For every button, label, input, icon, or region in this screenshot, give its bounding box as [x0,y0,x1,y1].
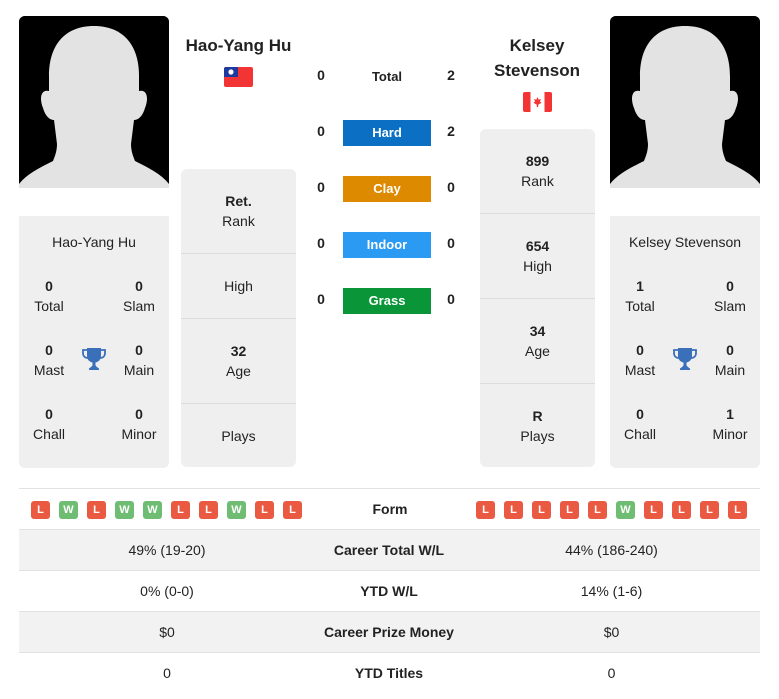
row-label: YTD Titles [354,665,424,681]
player2-total-titles: 1 Total [625,278,655,314]
player2-ytd-titles: 0 [607,665,616,681]
divider [181,318,296,319]
h2h-clay-p2: 0 [447,179,455,195]
player2-high: 654 High [523,238,552,274]
player1-career-wl: 49% (19-20) [128,542,206,558]
player2-titles-card: Kelsey Stevenson 1 Total 0 Slam 0 Mast 0… [610,216,760,468]
player2-form-result-loss[interactable]: L [588,501,607,519]
player2-main-titles: 0 Main [714,342,746,378]
row-label: YTD W/L [360,583,418,599]
h2h-hard-p2: 2 [447,123,455,139]
player1-ytd-wl: 0% (0-0) [140,583,194,599]
player1-plays: Plays [221,428,256,444]
trophy-icon [672,346,698,372]
h2h-total-p2: 2 [447,67,455,83]
player2-form-result-loss[interactable]: L [476,501,495,519]
player2-slam-titles: 0 Slam [714,278,746,314]
player2-minor-titles: 1 Minor [712,406,748,442]
table-row-career-wl: 49% (19-20) Career Total W/L 44% (186-24… [19,530,760,571]
h2h-total-label: Total [371,69,403,84]
player2-mast-titles: 0 Mast [624,342,656,378]
table-row-ytd-wl: 0% (0-0) YTD W/L 14% (1-6) [19,571,760,612]
player2-form-result-loss[interactable]: L [672,501,691,519]
table-row-prize-money: $0 Career Prize Money $0 [19,612,760,653]
player1-prize-money: $0 [159,624,175,640]
player1-form-result-loss[interactable]: L [31,501,50,519]
h2h-clay-p1: 0 [317,179,325,195]
player1-total-titles: 0 Total [34,278,64,314]
divider [181,403,296,404]
player1-minor-titles: 0 Minor [121,406,157,442]
player2-ytd-wl: 14% (1-6) [580,583,643,599]
divider [19,488,760,489]
row-label: Career Prize Money [324,624,454,640]
surface-indoor-badge[interactable]: Indoor [343,232,431,258]
player1-form-result-win[interactable]: W [115,501,134,519]
h2h-indoor-p1: 0 [317,235,325,251]
player1-form-result-win[interactable]: W [143,501,162,519]
player1-card-name[interactable]: Hao-Yang Hu [19,234,169,250]
player1-photo [19,16,169,188]
player-silhouette-icon [610,16,760,188]
player-silhouette-icon [19,16,169,188]
player2-career-wl: 44% (186-240) [565,542,658,558]
player1-form-result-loss[interactable]: L [255,501,274,519]
player1-form-result-win[interactable]: W [227,501,246,519]
player2-prize-money: $0 [603,624,620,640]
surface-hard-badge[interactable]: Hard [343,120,431,146]
form-label: Form [372,501,408,517]
trophy-icon [81,346,107,372]
player2-form-result-loss[interactable]: L [644,501,663,519]
player1-mast-titles: 0 Mast [33,342,65,378]
player2-form-result-loss[interactable]: L [728,501,747,519]
player2-rank: 899 Rank [521,153,554,189]
player1-form-result-loss[interactable]: L [87,501,106,519]
player2-form-result-win[interactable]: W [616,501,635,519]
player1-name-heading[interactable]: Hao-Yang Hu [176,33,301,58]
player2-name-heading[interactable]: Kelsey Stevenson [478,33,596,83]
player1-ytd-titles: 0 [163,665,171,681]
player1-form-result-loss[interactable]: L [283,501,302,519]
player2-form-result-loss[interactable]: L [700,501,719,519]
player2-form-result-loss[interactable]: L [560,501,579,519]
row-label: Career Total W/L [333,542,445,558]
player1-rank: Ret. Rank [222,193,255,229]
player1-form-result-loss[interactable]: L [199,501,218,519]
player2-info-card: 899 Rank 654 High 34 Age R Plays [480,129,595,467]
player1-age: 32 Age [226,343,251,379]
player2-chall-titles: 0 Chall [624,406,656,442]
divider [480,383,595,384]
player1-info-card: Ret. Rank High 32 Age Plays [181,169,296,467]
divider [181,253,296,254]
player1-slam-titles: 0 Slam [123,278,155,314]
player1-chall-titles: 0 Chall [33,406,65,442]
h2h-total-p1: 0 [317,67,325,83]
divider [480,213,595,214]
h2h-grass-p2: 0 [447,291,455,307]
divider [480,298,595,299]
player1-main-titles: 0 Main [123,342,155,378]
surface-clay-badge[interactable]: Clay [343,176,431,202]
player2-form-result-loss[interactable]: L [532,501,551,519]
player2-photo [610,16,760,188]
surface-grass-badge[interactable]: Grass [343,288,431,314]
taiwan-flag-icon [224,67,253,87]
player1-form-result-loss[interactable]: L [171,501,190,519]
h2h-hard-p1: 0 [317,123,325,139]
h2h-grass-p1: 0 [317,291,325,307]
player2-age: 34 Age [525,323,550,359]
player1-form-result-win[interactable]: W [59,501,78,519]
h2h-indoor-p2: 0 [447,235,455,251]
player2-card-name[interactable]: Kelsey Stevenson [610,234,760,250]
table-row-ytd-titles: 0 YTD Titles 0 [19,653,760,694]
player2-form-result-loss[interactable]: L [504,501,523,519]
player1-titles-card: Hao-Yang Hu 0 Total 0 Slam 0 Mast 0 Main… [19,216,169,468]
canada-flag-icon [523,92,552,112]
player1-high: High [224,278,253,294]
player2-plays: R Plays [520,408,555,444]
